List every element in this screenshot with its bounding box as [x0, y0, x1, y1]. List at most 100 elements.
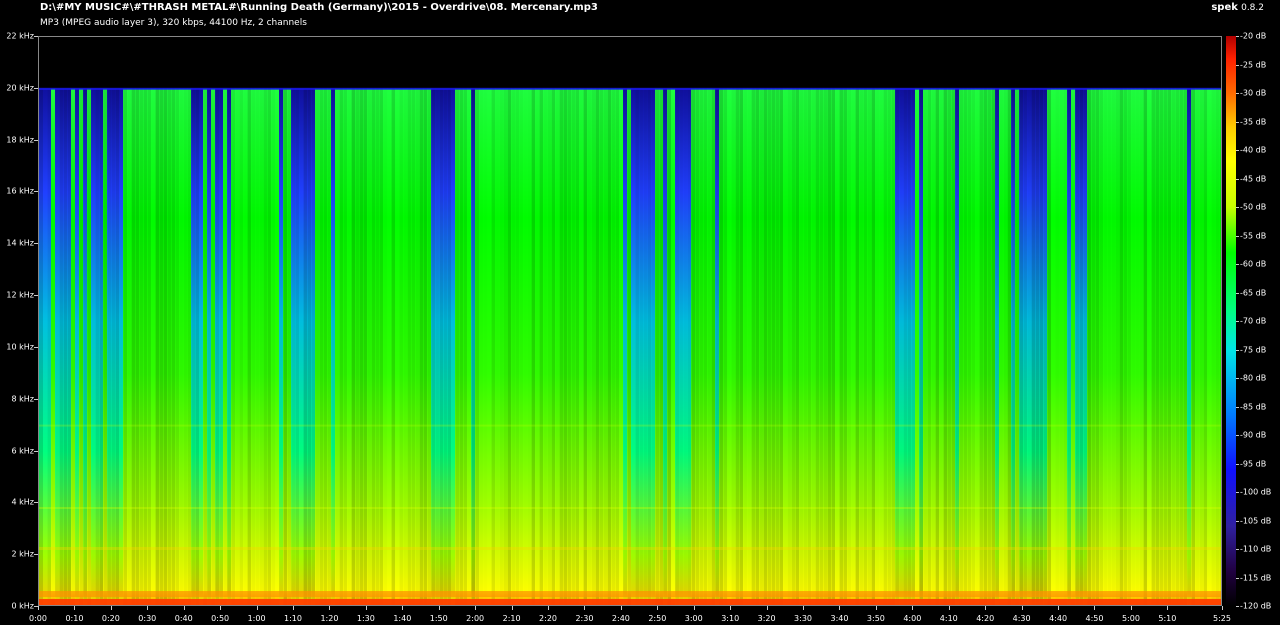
time-tick — [1094, 606, 1096, 610]
spectrogram-column — [799, 88, 804, 605]
spectrogram-column — [863, 88, 868, 605]
spectrogram-column — [1115, 88, 1120, 605]
spectrogram-column — [367, 88, 372, 605]
spectrogram-band — [39, 599, 1221, 605]
spectrogram-column — [543, 88, 548, 605]
db-tick — [1236, 264, 1239, 265]
spectrogram-column — [731, 88, 736, 605]
spectrogram-column — [803, 88, 808, 605]
spectrogram-column — [471, 88, 476, 605]
brand-name: spek — [1211, 2, 1238, 13]
frequency-tick-label: 16 kHz — [6, 186, 34, 196]
spectrogram-column — [167, 88, 172, 605]
spectrogram-band — [39, 507, 1221, 509]
spectrogram-column — [323, 88, 328, 605]
spectrogram-column — [479, 88, 484, 605]
spectrogram-column — [303, 88, 308, 605]
spectrogram-column — [1035, 88, 1040, 605]
db-colorbar — [1226, 36, 1236, 606]
time-tick — [1222, 606, 1223, 610]
spectrogram-column — [847, 88, 852, 605]
spectrogram-column — [763, 88, 768, 605]
spectrogram-column — [1099, 88, 1104, 605]
spectrogram-column — [43, 88, 48, 605]
spectrogram-column — [419, 88, 424, 605]
db-tick-label: -40 dB — [1240, 145, 1267, 155]
spectrogram-column — [1159, 88, 1164, 605]
spectrogram-column — [955, 88, 960, 605]
time-tick — [803, 606, 805, 610]
spectrogram-column — [535, 88, 540, 605]
spectrogram-column — [751, 88, 756, 605]
spectrogram-column — [611, 88, 616, 605]
spectrogram-column — [139, 88, 144, 605]
spectrogram-column — [1191, 88, 1196, 605]
spectrogram-column — [919, 88, 924, 605]
frequency-tick-label: 6 kHz — [11, 446, 34, 456]
spectrogram-column — [1203, 88, 1208, 605]
spectrogram-column — [187, 88, 192, 605]
app-brand: spek 0.8.2 — [1211, 2, 1264, 13]
time-tick — [766, 606, 768, 610]
spectrogram-column — [1123, 88, 1128, 605]
spectrogram-column — [879, 88, 884, 605]
spectrogram-column — [199, 88, 204, 605]
frequency-tick — [34, 295, 38, 297]
spectrogram-column — [267, 88, 272, 605]
spectrogram-column — [811, 88, 816, 605]
spectrogram-column — [559, 88, 564, 605]
spectrogram-column — [703, 88, 708, 605]
spectrogram-column — [735, 88, 740, 605]
spectrogram-column — [363, 88, 368, 605]
spectrogram-column — [963, 88, 968, 605]
time-tick-label: 3:00 — [684, 614, 703, 623]
spectrogram-column — [391, 88, 396, 605]
time-tick-label: 0:30 — [138, 614, 157, 623]
frequency-tick-label: 18 kHz — [6, 135, 34, 145]
spectrogram-column — [575, 88, 580, 605]
spectrogram-column — [1007, 88, 1012, 605]
spectrogram-column — [243, 88, 248, 605]
spectrogram-column — [1143, 88, 1148, 605]
spectrogram-column — [179, 88, 184, 605]
time-tick — [110, 606, 112, 610]
spectrogram-column — [155, 88, 160, 605]
cutoff-line — [39, 87, 1221, 90]
spectrogram-column — [247, 88, 252, 605]
spectrogram-column — [467, 88, 472, 605]
spectrogram-plot[interactable] — [38, 36, 1222, 606]
spectrogram-column — [1047, 88, 1052, 605]
spectrogram-column — [831, 88, 836, 605]
spectrogram-column — [1171, 88, 1176, 605]
spectrogram-column — [923, 88, 928, 605]
spectrogram-column — [911, 88, 916, 605]
spectrogram-column — [851, 88, 856, 605]
spectrogram-column — [523, 88, 528, 605]
spectrogram-column — [547, 88, 552, 605]
spectrogram-column — [399, 88, 404, 605]
spectrogram-column — [595, 88, 600, 605]
spectrogram-column — [647, 88, 652, 605]
spectrogram-column — [279, 88, 284, 605]
spectrogram-column — [903, 88, 908, 605]
spectrogram-column — [1039, 88, 1044, 605]
spectrogram-column — [671, 88, 676, 605]
spectrogram-column — [719, 88, 724, 605]
spectrogram-column — [375, 88, 380, 605]
spectrogram-column — [1019, 88, 1024, 605]
spectrogram-column — [775, 88, 780, 605]
frequency-tick — [34, 346, 38, 348]
spectrogram-column — [527, 88, 532, 605]
time-tick-label: 1:50 — [429, 614, 448, 623]
spectrogram-column — [379, 88, 384, 605]
db-tick — [1236, 549, 1239, 550]
spectrogram-column — [307, 88, 312, 605]
spectrogram-column — [147, 88, 152, 605]
time-tick — [365, 606, 367, 610]
spectrogram-column — [639, 88, 644, 605]
spectrogram-column — [871, 88, 876, 605]
frequency-tick — [34, 87, 38, 89]
frequency-tick-label: 20 kHz — [6, 83, 34, 93]
spectrogram-column — [755, 88, 760, 605]
spectrogram-column — [1135, 88, 1140, 605]
